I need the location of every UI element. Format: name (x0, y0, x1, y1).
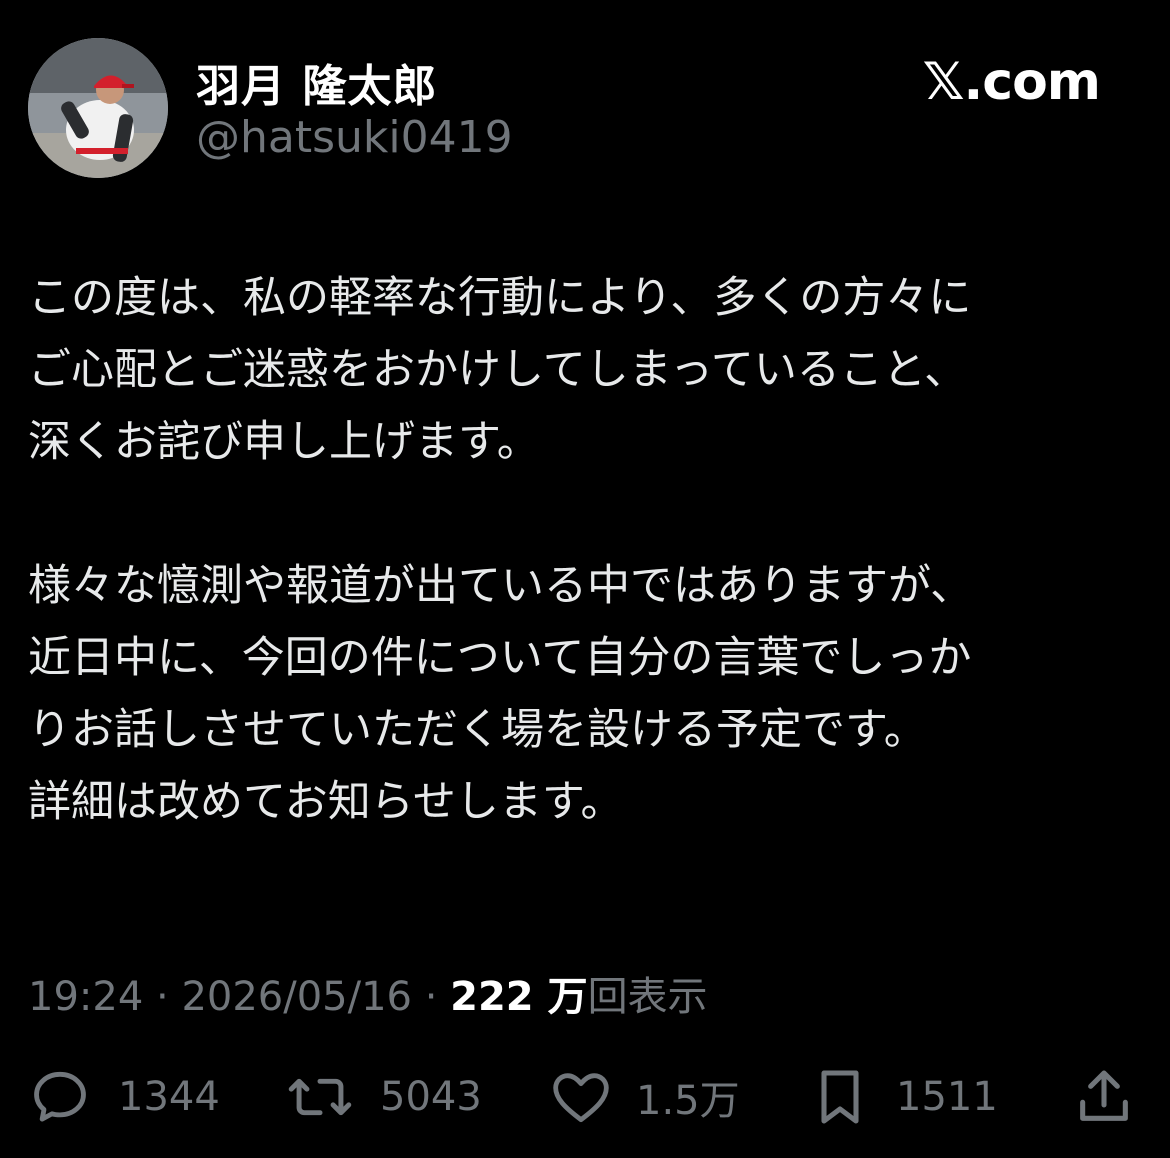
tweet-paragraph: この度は、私の軽率な行動により、多くの方々に ご心配とご迷惑をおかけしてしまって… (28, 262, 1148, 478)
tweet-paragraph: 様々な憶測や報道が出ている中ではありますが、 近日中に、今回の件について自分の言… (28, 550, 1148, 838)
meta-separator: · (143, 974, 182, 1020)
author-display-name[interactable]: 羽月 隆太郎 (196, 50, 437, 114)
share-button[interactable] (1072, 1062, 1136, 1132)
tweet-line: 近日中に、今回の件について自分の言葉でしっか (28, 633, 972, 683)
tweet-line: ご心配とご迷惑をおかけしてしまっていること、 (28, 345, 968, 395)
repost-icon (288, 1078, 352, 1116)
share-icon (1080, 1070, 1128, 1121)
tweet-line: この度は、私の軽率な行動により、多くの方々に (28, 273, 972, 323)
avatar[interactable] (28, 38, 168, 178)
avatar-image (28, 38, 168, 178)
action-bar: 1344 5043 1.5万 1511 (28, 1062, 1138, 1132)
repost-button[interactable]: 5043 (286, 1062, 482, 1132)
repost-count: 5043 (380, 1074, 482, 1120)
reply-button[interactable]: 1344 (28, 1062, 220, 1132)
bookmark-icon (821, 1070, 859, 1124)
tweet-date[interactable]: 2026/05/16 (181, 974, 412, 1020)
views-label: 回表示 (587, 974, 708, 1020)
like-button[interactable]: 1.5万 (548, 1062, 740, 1132)
reply-count: 1344 (118, 1074, 220, 1120)
tweet-time[interactable]: 19:24 (28, 974, 143, 1020)
like-icon (553, 1073, 609, 1123)
tweet-meta: 19:24 · 2026/05/16 · 222 万回表示 (28, 964, 708, 1022)
bookmark-count: 1511 (896, 1074, 998, 1120)
author-handle[interactable]: @hatsuki0419 (196, 112, 513, 163)
tweet-line: 詳細は改めてお知らせします。 (28, 777, 624, 827)
views-count: 222 万 (450, 974, 588, 1020)
tweet-line: 深くお詫び申し上げます。 (28, 417, 540, 467)
like-count: 1.5万 (636, 1078, 740, 1124)
brand-logo: 𝕏.com (922, 52, 1101, 112)
tweet-text: この度は、私の軽率な行動により、多くの方々に ご心配とご迷惑をおかけしてしまって… (28, 262, 1148, 838)
tweet-line: りお話しさせていただく場を設ける予定です。 (28, 705, 927, 755)
reply-icon (34, 1071, 86, 1122)
tweet-line: 様々な憶測や報道が出ている中ではありますが、 (28, 561, 974, 611)
bookmark-button[interactable]: 1511 (810, 1062, 998, 1132)
meta-separator: · (411, 974, 451, 1020)
